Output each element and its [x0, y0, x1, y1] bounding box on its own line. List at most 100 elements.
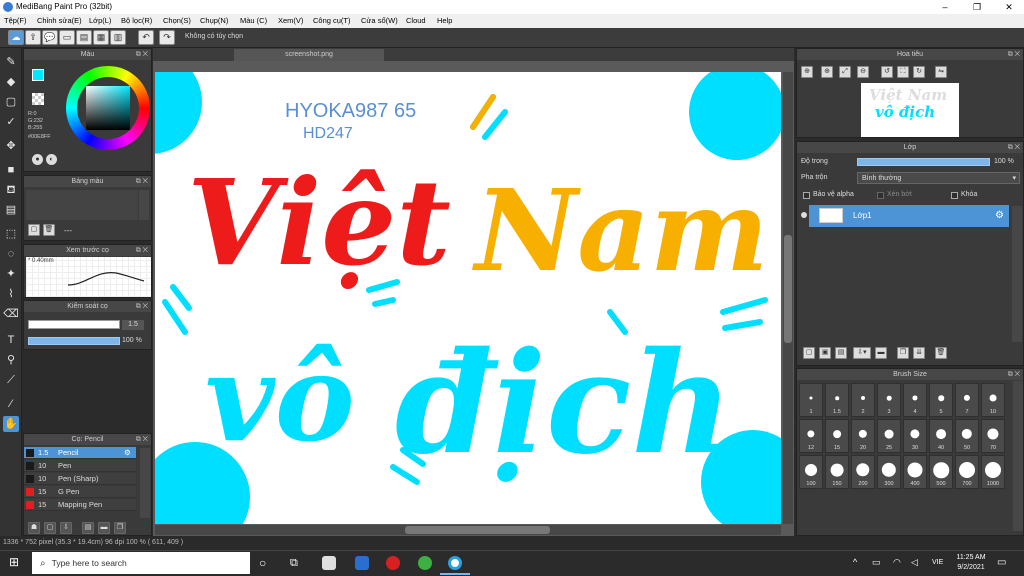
taskbar-clock[interactable]: 11:25 AM 9/2/2021 — [953, 553, 989, 573]
eyedropper-tool-icon[interactable]: ⁄ — [3, 396, 19, 412]
brush-import-icon[interactable]: ⇩ — [60, 522, 72, 534]
brush-size-option[interactable]: 7 — [955, 383, 979, 417]
opera-icon[interactable] — [386, 556, 400, 570]
layer-import-icon[interactable]: ⇩▾ — [853, 347, 871, 359]
palette-area[interactable] — [26, 190, 138, 220]
protect-alpha-checkbox[interactable] — [803, 192, 810, 199]
eraser-tool-icon[interactable]: ◆ — [3, 74, 19, 90]
brush-list-scrollbar[interactable] — [140, 448, 150, 518]
brush-opacity-slider[interactable] — [28, 337, 120, 345]
bucket-tool-icon[interactable]: ⛾ — [3, 182, 19, 198]
task-view-icon[interactable]: ⧉ — [290, 556, 304, 570]
panel-options-icon[interactable]: ⧉ ✕ — [1008, 369, 1020, 380]
layer-row-1[interactable]: Lớp1 ⚙ — [809, 205, 1009, 227]
medibang-taskbar-icon[interactable] — [448, 556, 462, 570]
fit-canvas-icon[interactable]: ⛶ — [897, 66, 909, 78]
wifi-icon[interactable]: ◠ — [893, 557, 901, 568]
menu-edit[interactable]: Chỉnh sửa(E) — [37, 16, 82, 25]
brush-size-option[interactable]: 500 — [929, 455, 953, 489]
select-pen-icon[interactable]: ✓ — [3, 114, 19, 130]
grid-icon[interactable]: ▦ — [93, 30, 109, 45]
panel-options-icon[interactable]: ⧉ ✕ — [1008, 142, 1020, 153]
brush-size-option[interactable]: 3 — [877, 383, 901, 417]
flip-icon[interactable]: ⇋ — [935, 66, 947, 78]
comment-icon[interactable]: ▭ — [59, 30, 75, 45]
canvas-vertical-scroll-thumb[interactable] — [784, 235, 792, 343]
brush-new-icon[interactable]: ▢ — [44, 522, 56, 534]
panel-options-icon[interactable]: ⧉ ✕ — [136, 301, 148, 312]
brush-size-option[interactable]: 4 — [903, 383, 927, 417]
palette-delete-icon[interactable]: 🗑 — [43, 224, 55, 236]
operation-tool-icon[interactable]: ⚲ — [3, 352, 19, 368]
zoom-in-alt-icon[interactable]: ⊕ — [821, 66, 833, 78]
brush-size-option[interactable]: 700 — [955, 455, 979, 489]
brush-item-pen[interactable]: 10 Pen — [24, 460, 136, 472]
layer-visibility-icon[interactable] — [801, 212, 807, 218]
select-brush-icon[interactable]: ⌇ — [3, 286, 19, 302]
layer-list-scrollbar[interactable] — [1012, 206, 1022, 342]
brush-duplicate-icon[interactable]: ❐ — [114, 522, 126, 534]
speech-bubble-icon[interactable]: 💬 — [42, 30, 58, 45]
color-wheel-mode-icon[interactable]: ● — [32, 154, 43, 165]
brush-size-option[interactable]: 2 — [851, 383, 875, 417]
hand-tool-icon[interactable]: ✋ — [3, 416, 19, 432]
brush-item-pencil[interactable]: 1.5 Pencil ⚙ — [24, 447, 136, 459]
merge-layer-icon[interactable]: ⇊ — [913, 347, 925, 359]
cortana-icon[interactable]: ○ — [259, 556, 273, 570]
brush-size-slider[interactable] — [28, 320, 120, 329]
brush-size-option[interactable]: 1 — [799, 383, 823, 417]
menu-window[interactable]: Cửa sổ(W) — [361, 16, 398, 25]
brush-size-option[interactable]: 70 — [981, 419, 1005, 453]
panel-options-icon[interactable]: ⧉ ✕ — [136, 434, 148, 445]
saturation-value-square[interactable] — [86, 86, 130, 130]
transparent-swatch[interactable] — [32, 93, 44, 105]
panel-options-icon[interactable]: ⧉ ✕ — [136, 49, 148, 60]
new-8bit-layer-icon[interactable]: ▤ — [835, 347, 847, 359]
foreground-color-swatch[interactable] — [32, 69, 44, 81]
maximize-button[interactable]: ❐ — [962, 0, 992, 14]
panel-options-icon[interactable]: ⧉ ✕ — [1008, 49, 1020, 60]
brush-tool-icon[interactable]: ✎ — [3, 54, 19, 70]
menu-layer[interactable]: Lớp(L) — [89, 16, 111, 25]
blend-mode-select[interactable]: Bình thường ▾ — [857, 172, 1020, 184]
delete-layer-icon[interactable]: 🗑 — [935, 347, 947, 359]
export-icon[interactable]: ⇪ — [25, 30, 41, 45]
new-folder-icon[interactable]: ▬ — [875, 347, 887, 359]
brush-size-option[interactable]: 1.5 — [825, 383, 849, 417]
select-tool-icon[interactable]: ⬚ — [3, 226, 19, 242]
windows-start-icon[interactable]: ⊞ — [9, 556, 22, 569]
redo-icon[interactable]: ↷ — [159, 30, 175, 45]
cloud-icon[interactable]: ☁ — [8, 30, 24, 45]
text-tool-icon[interactable]: T — [3, 332, 19, 348]
mail-icon[interactable] — [355, 556, 369, 570]
duplicate-layer-icon[interactable]: ❐ — [897, 347, 909, 359]
brush-size-option[interactable]: 150 — [825, 455, 849, 489]
fill-rect-icon[interactable]: ■ — [3, 162, 19, 178]
brush-item-pen-sharp[interactable]: 10 Pen (Sharp) — [24, 473, 136, 485]
menu-color[interactable]: Màu (C) — [240, 16, 267, 25]
panel-options-icon[interactable]: ⧉ ✕ — [136, 245, 148, 256]
brush-size-option[interactable]: 50 — [955, 419, 979, 453]
brush-size-value[interactable]: 1.5 — [122, 320, 144, 330]
gradient-tool-icon[interactable]: ▤ — [3, 202, 19, 218]
brush-settings-icon[interactable]: ⚙ — [124, 447, 131, 459]
brush-size-option[interactable]: 20 — [851, 419, 875, 453]
menu-view[interactable]: Xem(V) — [278, 16, 303, 25]
divide-tool-icon[interactable]: ⟋ — [3, 372, 19, 388]
menu-tools[interactable]: Công cụ(T) — [313, 16, 351, 25]
move-tool-icon[interactable]: ✥ — [3, 138, 19, 154]
notification-icon[interactable]: ▭ — [997, 557, 1006, 568]
brush-add-icon[interactable]: ☗ — [28, 522, 40, 534]
brush-size-option[interactable]: 15 — [825, 419, 849, 453]
taskbar-search-box[interactable]: ⌕ Type here to search — [32, 552, 250, 574]
volume-icon[interactable]: ◁ — [911, 557, 918, 568]
canvas-horizontal-scroll-thumb[interactable] — [405, 526, 550, 534]
store-icon[interactable] — [322, 556, 336, 570]
menu-filter[interactable]: Bộ lọc(R) — [121, 16, 152, 25]
brush-size-option[interactable]: 30 — [903, 419, 927, 453]
drawing-canvas[interactable]: HYOKA987 65 HD247 Việt Nam vô địch — [155, 72, 781, 524]
brush-size-option[interactable]: 40 — [929, 419, 953, 453]
undo-icon[interactable]: ↶ — [138, 30, 154, 45]
close-button[interactable]: ✕ — [994, 0, 1024, 14]
palette-scrollbar[interactable] — [139, 190, 149, 220]
